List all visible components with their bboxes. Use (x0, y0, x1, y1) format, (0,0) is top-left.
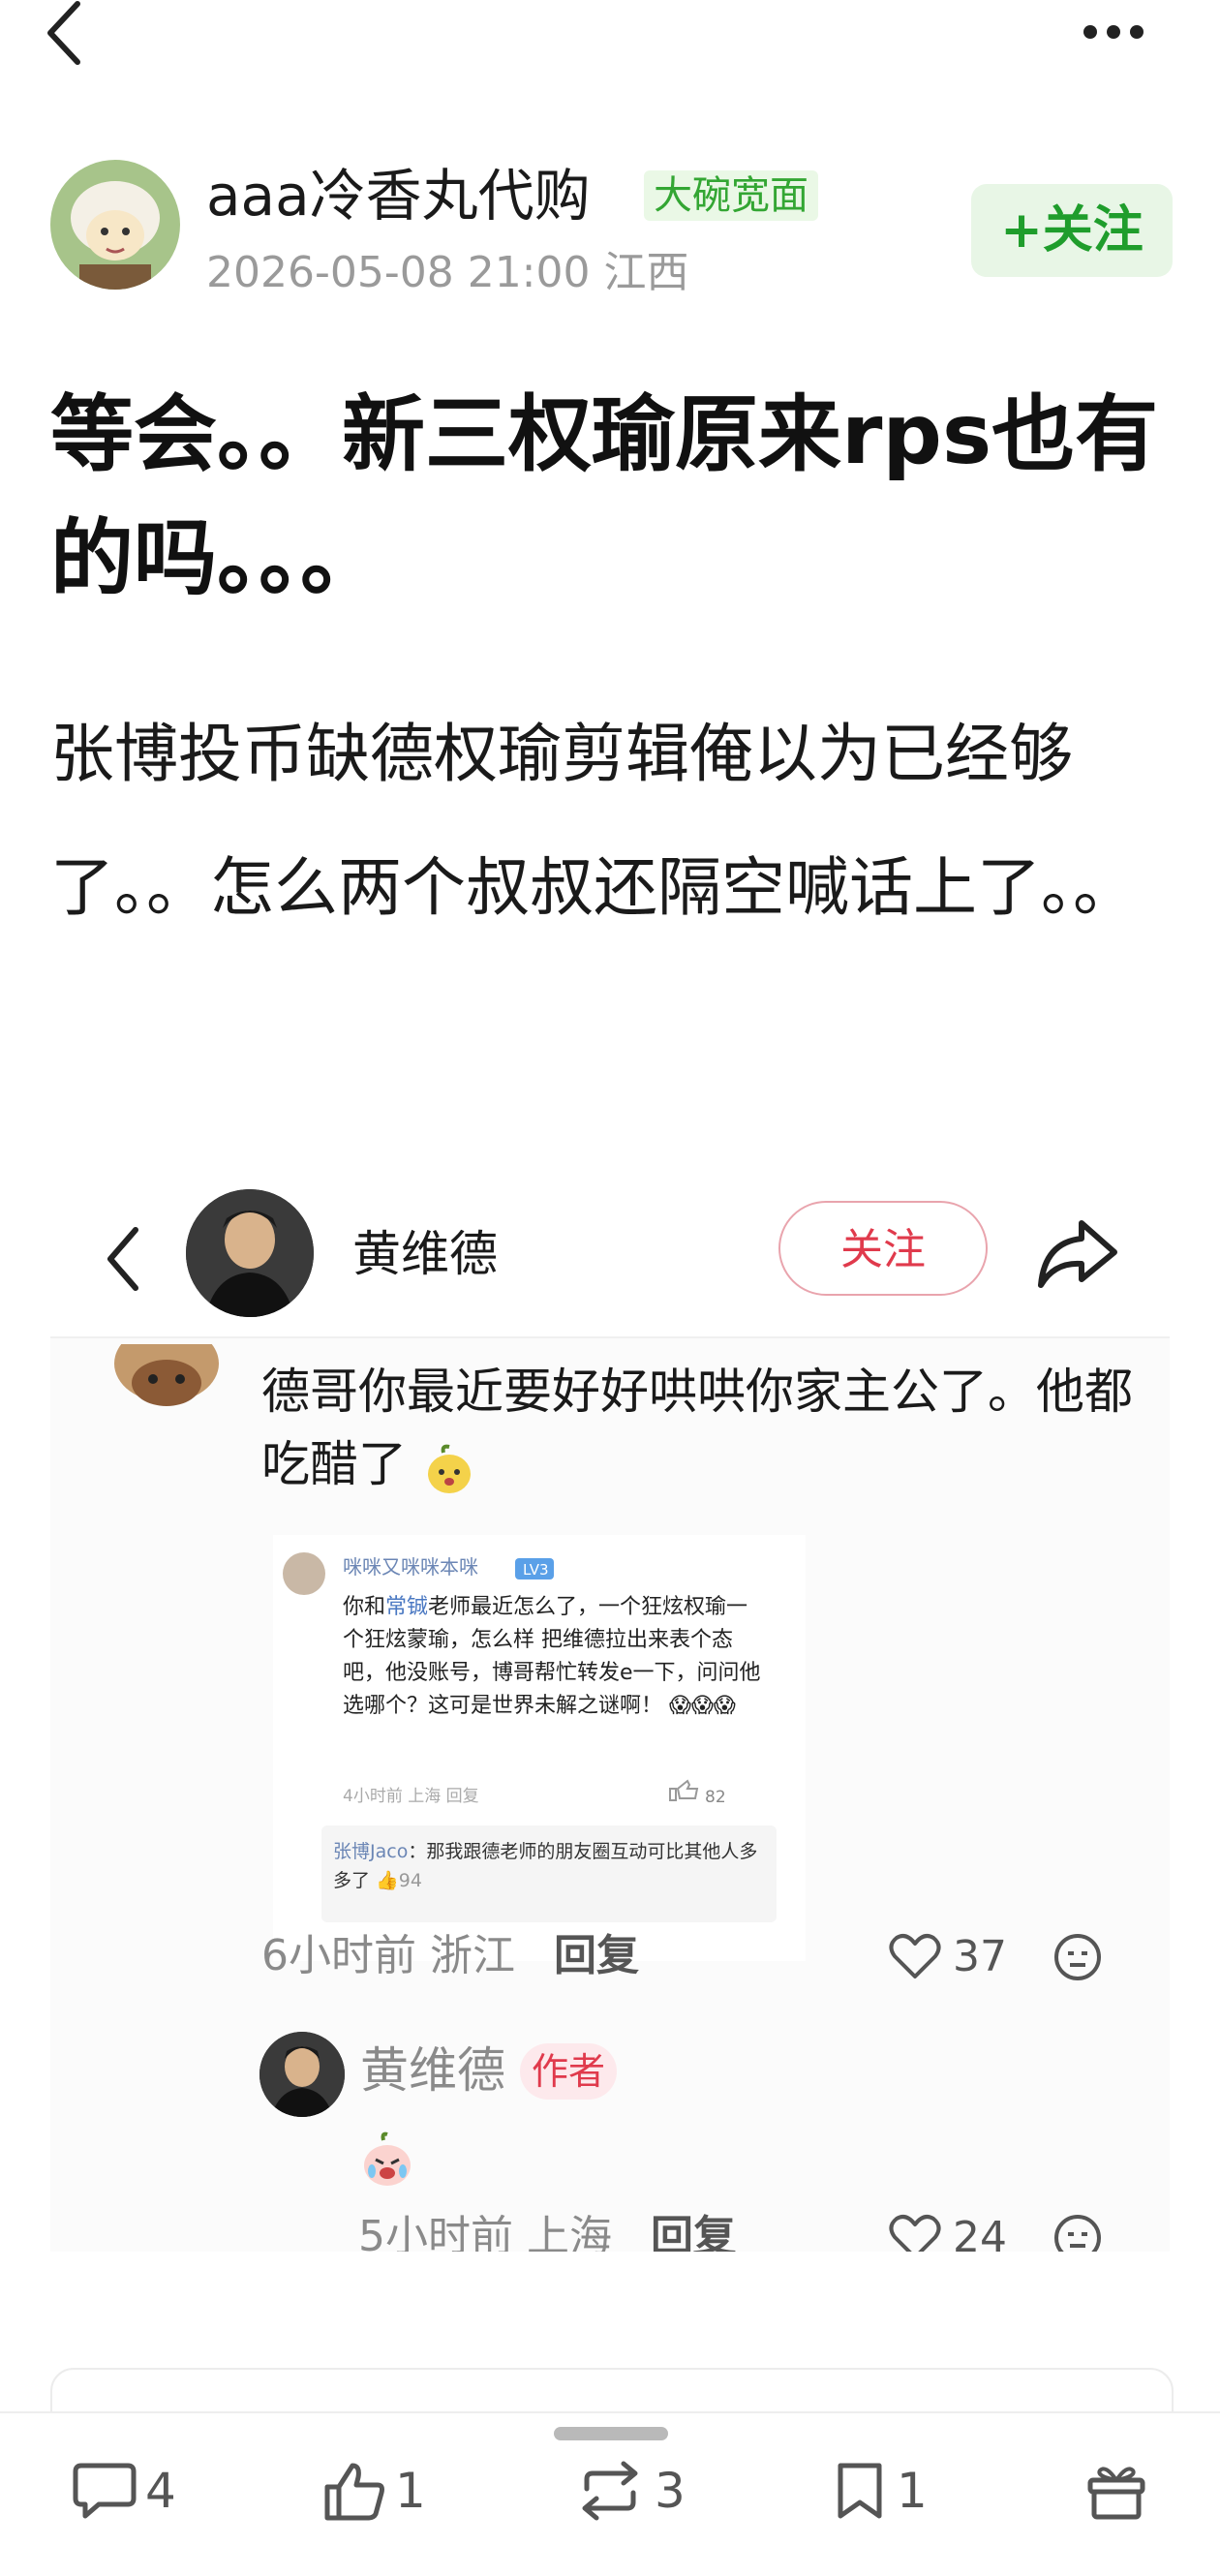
inner-shock-emojis-icon: 😱😱😱 (669, 1694, 736, 1718)
post-body: 张博投币缺德权瑜剪辑俺以为已经够了。。怎么两个叔叔还隔空喊话上了。。 (50, 717, 1137, 925)
inner-user: 咪咪又咪咪本咪 (343, 1555, 478, 1579)
embed-avatar (186, 1189, 314, 1317)
comment-emoji-icon (1052, 1932, 1103, 1982)
inner-level: LV3 (523, 1561, 549, 1579)
embed-user-name: 黄维德 (352, 1226, 498, 1282)
heart-icon (889, 2215, 941, 2252)
back-button[interactable] (39, 0, 97, 68)
sheep-avatar-icon (50, 160, 180, 290)
inner-reply-likes: 94 (398, 1870, 422, 1891)
post-meta: 2026-05-08 21:00 江西 (206, 248, 689, 297)
author-reply-avatar (259, 2032, 345, 2117)
repost-count: 3 (655, 2463, 686, 2519)
author-reply-name: 黄维德 (360, 2042, 505, 2099)
author-reply-emoji-icon (1052, 2213, 1103, 2252)
author-reply-meta: 5小时前 上海 回复 (358, 2203, 736, 2252)
share-icon (1033, 1215, 1120, 1293)
chevron-left-icon (47, 1, 80, 65)
author-name[interactable]: aaa冷香丸代购 (206, 160, 591, 231)
like-button[interactable]: 1 (321, 2460, 426, 2522)
author-reply-like: 24 (889, 2208, 1007, 2252)
repost-icon (582, 2461, 638, 2521)
comment-text: 德哥你最近要好好哄哄你家主公了。他都吃醋了 (261, 1356, 1133, 1501)
comment-meta: 6小时前 浙江 回复 (261, 1931, 639, 1980)
gift-icon (1087, 2467, 1145, 2520)
inner-reply-like-icon: 👍 (376, 1870, 399, 1891)
comment-button[interactable]: 4 (72, 2460, 176, 2522)
inner-meta: 4小时前 上海 回复 (343, 1787, 479, 1806)
heart-icon (889, 1934, 941, 1978)
author-avatar[interactable] (50, 160, 180, 290)
follow-button[interactable]: +关注 (971, 184, 1173, 277)
embed-header: 黄维德 关注 (50, 1172, 1170, 1338)
commenter-avatar (107, 1344, 227, 1414)
comment-icon (73, 2463, 137, 2519)
embed-follow-button: 关注 (778, 1201, 988, 1296)
embedded-screenshot[interactable]: 黄维德 关注 德哥你最近要好好哄哄你家主公了。他都吃醋了 咪咪又咪咪本咪 LV3… (50, 1172, 1170, 2252)
inner-likes: 82 (705, 1788, 726, 1807)
like-count: 1 (395, 2463, 426, 2519)
inner-reply-user: 张博Jaco (333, 1841, 409, 1862)
more-options-button[interactable] (1075, 17, 1152, 46)
author-badge: 大碗宽面 (644, 170, 818, 221)
thumbs-up-icon (324, 2463, 384, 2521)
comment-image[interactable]: 咪咪又咪咪本咪 LV3 你和常铖老师最近怎么了，一个狂炫权瑜一个狂炫蒙瑜，怎么样… (273, 1535, 806, 2106)
bookmark-icon (838, 2463, 882, 2519)
repost-button[interactable]: 3 (573, 2460, 686, 2522)
embed-back-icon (99, 1220, 147, 1298)
drag-handle[interactable] (554, 2427, 668, 2440)
inner-text-a: 你和 (343, 1595, 386, 1619)
favorite-count: 1 (897, 2463, 928, 2519)
inner-mention: 常铖 (385, 1595, 429, 1619)
favorite-button[interactable]: 1 (831, 2460, 928, 2522)
comment-count: 4 (145, 2463, 176, 2519)
pear-emoji-icon (427, 1444, 471, 1493)
reply-button: 回复 (651, 2212, 736, 2252)
gift-button[interactable] (1084, 2460, 1156, 2522)
post-title: 等会。。新三权瑜原来rps也有的吗。。。 (50, 386, 1159, 607)
crying-emoji-icon (358, 2131, 416, 2189)
author-tag: 作者 (520, 2043, 618, 2100)
reply-button: 回复 (554, 1931, 639, 1980)
comment-like: 37 (889, 1927, 1007, 1985)
more-dots-icon (1083, 25, 1144, 39)
